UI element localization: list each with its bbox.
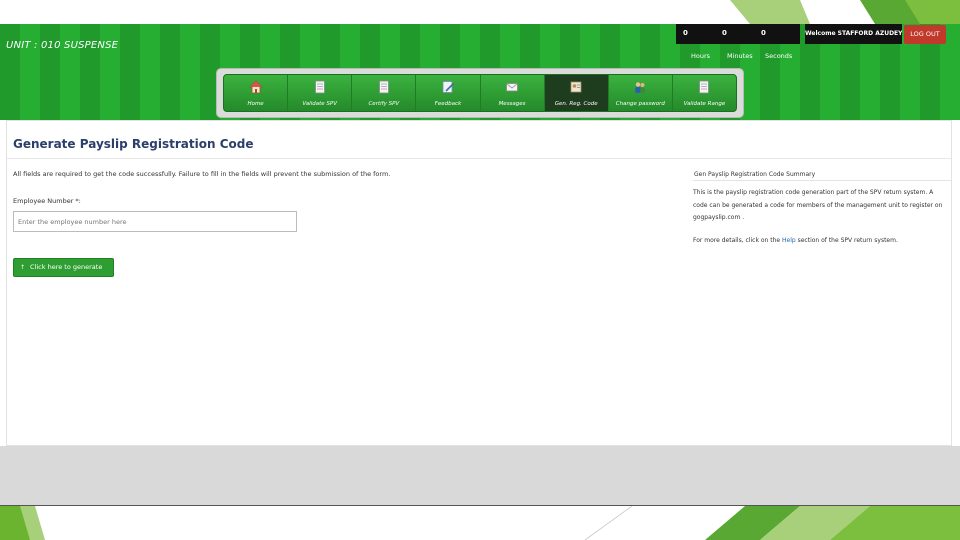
employee-number-input[interactable] (13, 211, 297, 232)
app-header: UNIT : 010 SUSPENSE 0 0 0 Hours Minutes … (0, 24, 960, 120)
timer-hours-value: 0 (683, 29, 688, 37)
nav-item-label: Gen. Reg. Code (554, 101, 598, 107)
nav-item-label: Feedback (434, 101, 462, 107)
home-icon (248, 80, 263, 94)
title-divider (7, 158, 951, 159)
edit-icon (442, 81, 455, 93)
nav-item-home[interactable]: Home (224, 75, 289, 111)
timer-seconds-value: 0 (761, 29, 766, 37)
users-icon (635, 82, 646, 93)
summary-help: For more details, click on the Help sect… (693, 237, 949, 244)
nav-item-label: Change password (615, 101, 665, 107)
timer-minutes-value: 0 (722, 29, 727, 37)
document-icon (378, 80, 389, 94)
nav-item-label: Home (247, 101, 264, 107)
page-background (0, 446, 960, 505)
generate-code-panel: Generate Payslip Registration Code All f… (6, 120, 952, 446)
mail-icon (506, 83, 518, 92)
slide: UNIT : 010 SUSPENSE 0 0 0 Hours Minutes … (0, 0, 960, 540)
unit-label: UNIT : 010 SUSPENSE (6, 40, 119, 51)
nav-item-validate-spv[interactable]: Validate SPV (288, 75, 353, 111)
main-nav: Home Validate SPV Certify SPV Feedback M… (223, 74, 737, 112)
summary-text: This is the payslip registration code ge… (693, 189, 943, 221)
welcome-text: Welcome STAFFORD AZUDEY (805, 24, 902, 44)
nav-item-label: Certify SPV (368, 101, 400, 107)
help-prefix: For more details, click on the (693, 237, 781, 244)
page-title: Generate Payslip Registration Code (13, 137, 254, 151)
employee-number-label: Employee Number *: (13, 197, 81, 205)
generate-button-label: Click here to generate (30, 263, 103, 271)
slide-decoration-top (730, 0, 960, 24)
nav-item-label: Validate Range (683, 101, 726, 107)
nav-item-change-password[interactable]: Change password (609, 75, 673, 111)
timer-hours-label: Hours (691, 52, 711, 60)
logout-button[interactable]: LOG OUT (904, 25, 946, 44)
id-card-icon (570, 81, 582, 93)
nav-item-feedback[interactable]: Feedback (416, 75, 481, 111)
nav-container: Home Validate SPV Certify SPV Feedback M… (216, 68, 744, 118)
nav-item-messages[interactable]: Messages (481, 75, 545, 111)
arrow-up-icon: ↑ (20, 264, 26, 271)
slide-decoration-bottom (0, 506, 960, 540)
timer-seconds-label: Seconds (765, 52, 793, 60)
nav-item-label: Validate SPV (302, 101, 337, 107)
generate-button[interactable]: ↑ Click here to generate (13, 258, 114, 277)
session-timer: 0 0 0 Hours Minutes Seconds (676, 24, 800, 60)
summary-divider (693, 180, 951, 181)
document-icon (314, 80, 325, 94)
timer-minutes-label: Minutes (727, 52, 753, 60)
nav-item-validate-range[interactable]: Validate Range (673, 75, 736, 111)
nav-item-gen-reg-code[interactable]: Gen. Reg. Code (544, 75, 609, 111)
help-link[interactable]: Help (782, 237, 796, 244)
document-icon (699, 80, 710, 94)
summary-title: Gen Payslip Registration Code Summary (694, 171, 816, 178)
help-suffix: section of the SPV return system. (797, 237, 898, 244)
nav-item-certify-spv[interactable]: Certify SPV (352, 75, 417, 111)
nav-item-label: Messages (498, 101, 526, 107)
form-instructions: All fields are required to get the code … (13, 170, 391, 178)
